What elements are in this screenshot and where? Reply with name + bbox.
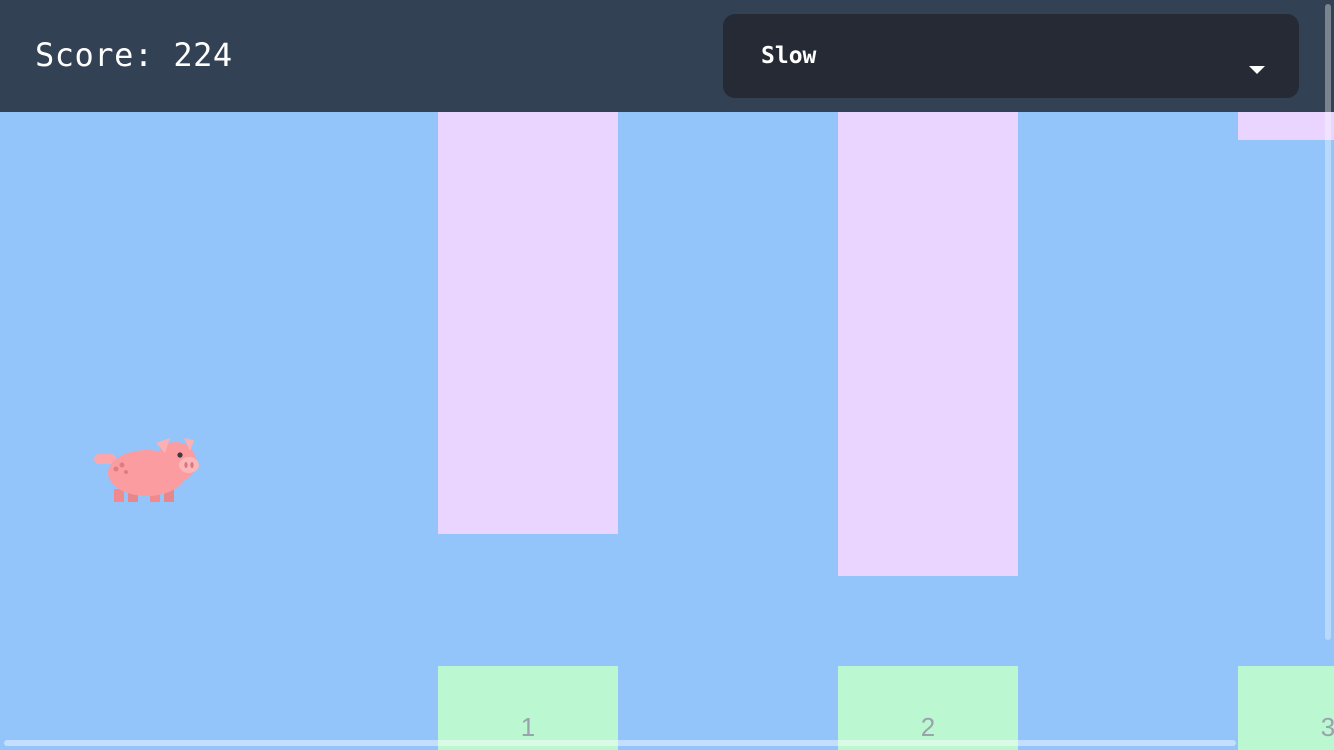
pipe-bottom: 3	[1238, 666, 1334, 750]
pipe-number: 1	[520, 712, 536, 742]
pipe-bottom: 1	[438, 666, 618, 750]
pipe-number: 2	[920, 712, 936, 742]
game-canvas[interactable]: 1 2 3	[0, 112, 1334, 750]
pipe-top	[438, 112, 618, 534]
speed-select-value: Slow	[761, 43, 817, 69]
horizontal-scrollbar[interactable]	[4, 740, 1236, 746]
pipe-top	[1238, 112, 1334, 140]
pipe-number: 3	[1320, 712, 1334, 742]
pipe-bottom: 2	[838, 666, 1018, 750]
score-display: Score: 224	[35, 36, 233, 74]
speed-select[interactable]: Slow	[723, 14, 1299, 98]
chevron-down-icon	[1249, 66, 1265, 74]
top-bar: Score: 224 Slow	[0, 0, 1334, 112]
pig-icon	[94, 438, 199, 502]
pipe-top	[838, 112, 1018, 576]
vertical-scrollbar[interactable]	[1325, 4, 1331, 640]
